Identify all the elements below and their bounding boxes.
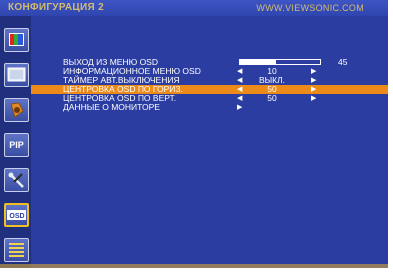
audio-icon[interactable] [4,98,29,122]
arrow-right-icon[interactable]: ▶ [311,94,316,103]
arrow-left-icon[interactable]: ◀ [237,67,242,76]
menu-content [31,16,388,268]
osd-config-icon[interactable]: OSD [4,203,29,227]
website-url: WWW.VIEWSONIC.COM [256,3,364,13]
menu-sidebar: PIP OSD [0,16,31,268]
arrow-left-icon[interactable]: ◀ [237,85,242,94]
osd-timeout-slider[interactable] [239,59,321,65]
submenu-arrow-icon[interactable]: ▶ [237,103,242,112]
arrow-right-icon[interactable]: ▶ [311,76,316,85]
pip-icon-label: PIP [9,140,24,150]
osd-window: КОНФИГУРАЦИЯ 2 WWW.VIEWSONIC.COM PIP OSD… [0,0,388,268]
menu-title: КОНФИГУРАЦИЯ 2 [8,2,104,13]
setup-tools-icon[interactable] [4,168,29,192]
slider-fill [240,60,276,64]
menu-item-value: 45 [338,57,348,67]
menu-item-monitor-info[interactable]: ДАННЫЕ О МОНИТОРЕ ▶ [31,103,388,112]
arrow-left-icon[interactable]: ◀ [237,94,242,103]
pip-icon[interactable]: PIP [4,133,29,157]
arrow-right-icon[interactable]: ▶ [311,67,316,76]
arrow-left-icon[interactable]: ◀ [237,76,242,85]
osd-header: КОНФИГУРАЦИЯ 2 WWW.VIEWSONIC.COM [0,0,388,16]
bottom-strip [0,264,388,268]
menu-item-label: ДАННЫЕ О МОНИТОРЕ [63,102,160,112]
osd-icon-label: OSD [9,213,24,220]
menu-item-value: 50 [267,93,277,103]
arrow-right-icon[interactable]: ▶ [311,85,316,94]
menu-list-icon[interactable] [4,238,29,262]
screen-icon[interactable] [4,63,29,87]
color-icon[interactable] [4,28,29,52]
